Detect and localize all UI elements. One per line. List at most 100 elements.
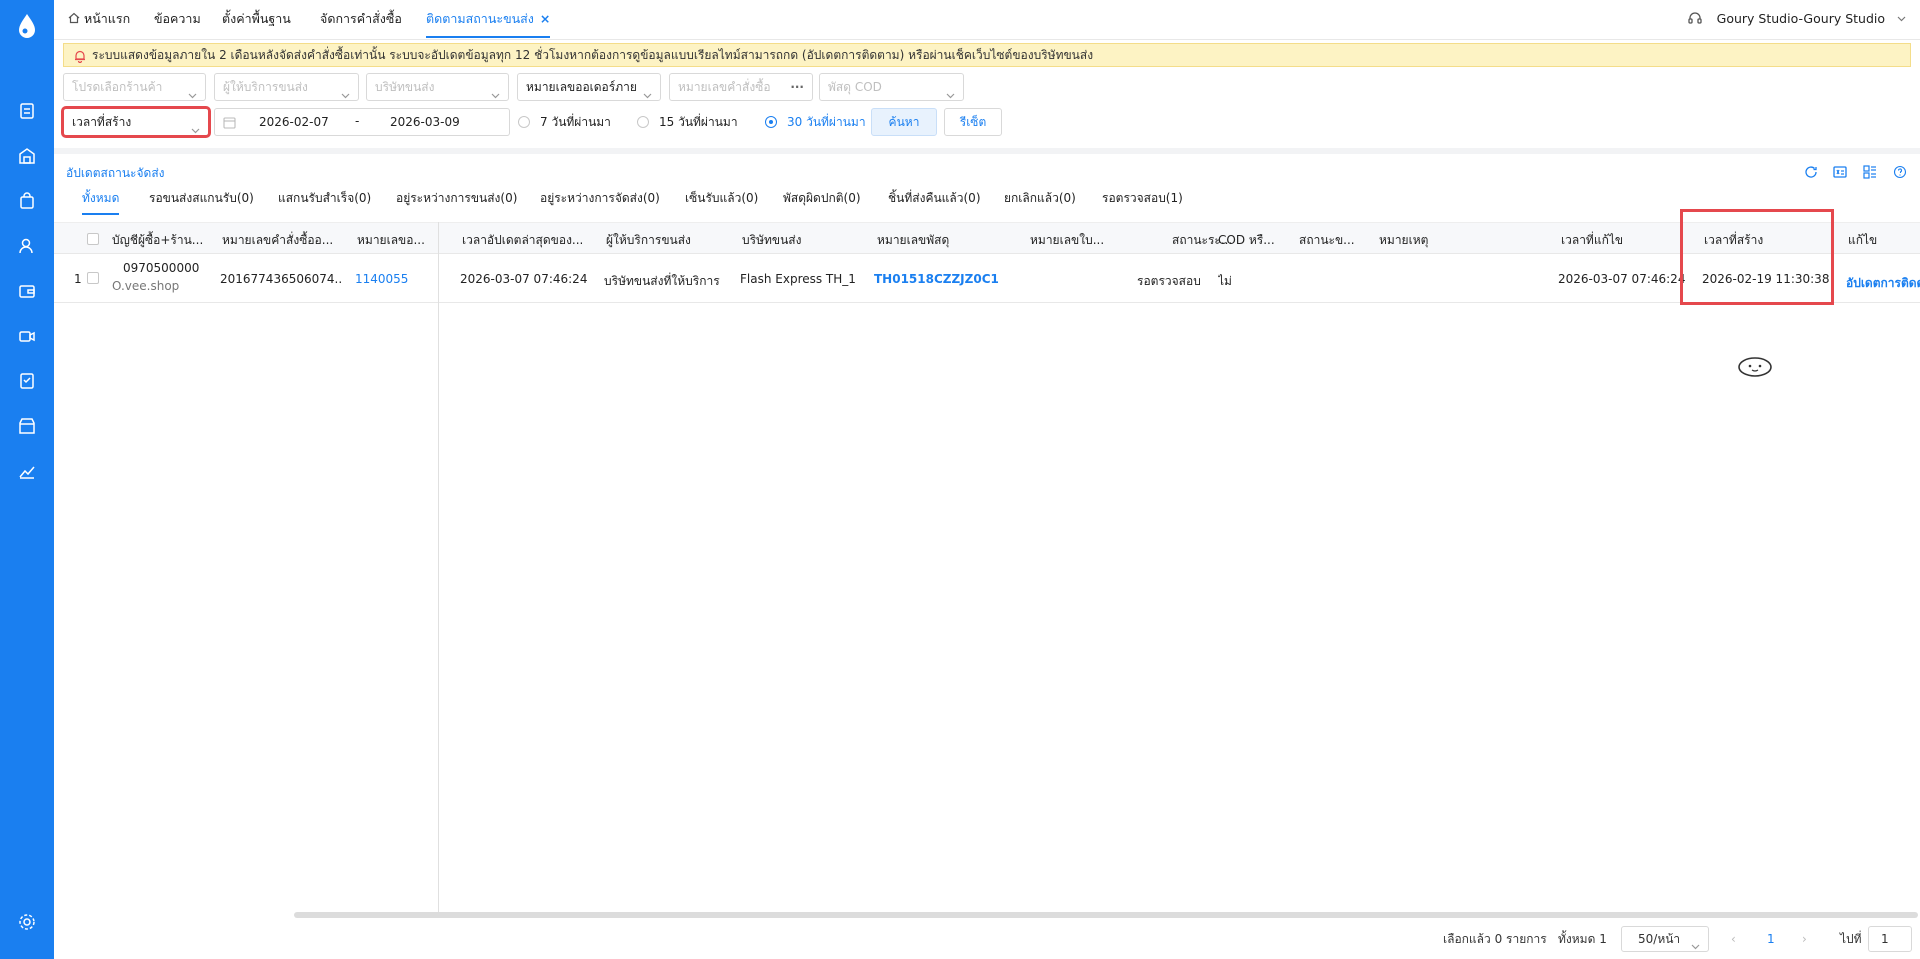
goto-label: ไปที่	[1840, 932, 1862, 946]
status-tab-cancelled[interactable]: ยกเลิกแล้ว(0)	[1004, 189, 1076, 215]
radio-30-label: 30 วันที่ผ่านมา	[787, 115, 866, 129]
internal-number-link[interactable]: 1140055	[355, 272, 408, 286]
app-logo-icon[interactable]	[15, 12, 39, 42]
update-tracking-link[interactable]: อัปเดตการติดต	[1846, 274, 1920, 293]
tab-home-label: หน้าแรก	[84, 11, 131, 26]
carrier-select-placeholder: บริษัทขนส่ง	[375, 80, 435, 94]
radio-dot	[765, 116, 777, 128]
col-note[interactable]: หมายเหตุ	[1379, 231, 1449, 250]
row-checkbox[interactable]	[87, 272, 99, 284]
status-value: รอตรวจสอบ	[1137, 274, 1201, 288]
col-last-update[interactable]: เวลาอัปเดตล่าสุดของ...	[462, 231, 582, 250]
status-tab-scanned[interactable]: แสกนรับสำเร็จ(0)	[278, 189, 371, 215]
radio-15-days[interactable]: 15 วันที่ผ่านมา	[637, 114, 738, 130]
col-modified-time[interactable]: เวลาที่แก้ไข	[1561, 231, 1641, 250]
tab-home[interactable]: หน้าแรก	[68, 0, 130, 38]
reset-button[interactable]: รีเซ็ต	[944, 108, 1002, 136]
carrier-name: Flash Express TH_1	[740, 272, 856, 286]
col-internal-no[interactable]: หมายเลขอ...	[357, 231, 437, 250]
help-icon[interactable]	[1892, 164, 1908, 180]
wallet-icon[interactable]	[17, 281, 37, 301]
col-order-no[interactable]: หมายเลขคำสั่งซื้ออ...	[222, 231, 342, 250]
user-icon[interactable]	[17, 236, 37, 256]
chevron-down-icon	[1691, 935, 1700, 950]
warehouse-icon[interactable]	[17, 146, 37, 166]
status-tab-abnormal[interactable]: พัสดุผิดปกติ(0)	[783, 189, 861, 215]
status-tab-all[interactable]: ทั้งหมด	[82, 189, 120, 215]
row-index: 1	[74, 272, 82, 286]
tab-shipping-tracking[interactable]: ติดตามสถานะขนส่ง ×	[426, 0, 551, 38]
user-menu[interactable]: Goury Studio-Goury Studio	[1687, 0, 1906, 38]
current-page[interactable]: 1	[1767, 926, 1775, 952]
time-type-value: เวลาที่สร้าง	[72, 115, 132, 129]
tab-order-management[interactable]: จัดการคำสั่งซื้อ	[320, 0, 402, 38]
store-icon[interactable]	[17, 416, 37, 436]
more-dots-icon[interactable]: ···	[790, 74, 804, 100]
cod-select-placeholder: พัสดุ COD	[828, 80, 882, 94]
notice-banner: ระบบแสดงข้อมูลภายใน 2 เดือนหลังจัดส่งคำส…	[63, 43, 1911, 67]
next-page-icon[interactable]: ›	[1802, 926, 1807, 952]
chevron-down-icon	[341, 83, 350, 99]
user-name: Goury Studio-Goury Studio	[1716, 11, 1886, 26]
video-icon[interactable]	[17, 326, 37, 346]
horizontal-scrollbar[interactable]	[294, 912, 1918, 918]
col-parcel-no[interactable]: หมายเลขพัสดุ	[877, 231, 967, 250]
date-separator: -	[355, 114, 360, 128]
status-tab-returned[interactable]: ชิ้นที่ส่งคืนแล้ว(0)	[888, 189, 981, 215]
store-select-placeholder: โปรดเลือกร้านค้า	[72, 80, 163, 94]
checklist-icon[interactable]	[17, 371, 37, 391]
settings-gear-icon[interactable]	[17, 912, 37, 932]
radio-dot	[637, 116, 649, 128]
date-range-picker[interactable]: 2026-02-07 - 2026-03-09	[214, 108, 510, 136]
provider-select-placeholder: ผู้ให้บริการขนส่ง	[223, 80, 308, 94]
orders-icon[interactable]	[17, 101, 37, 121]
date-end[interactable]: 2026-03-09	[390, 115, 460, 129]
status-tab-pending-review[interactable]: รอตรวจสอบ(1)	[1102, 189, 1183, 215]
refresh-icon[interactable]	[1803, 164, 1819, 180]
goto-page-input[interactable]: 1	[1868, 926, 1912, 952]
col-bill-no[interactable]: หมายเลขใบ...	[1030, 231, 1110, 250]
buyer-phone: 0970500000	[123, 261, 200, 275]
status-tab-awaiting-pickup[interactable]: รอขนส่งสแกนรับ(0)	[149, 189, 254, 215]
parcel-number-link[interactable]: TH01518CZZJZ0C1	[874, 272, 999, 286]
headset-support-icon[interactable]	[1687, 3, 1703, 24]
search-button[interactable]: ค้นหา	[871, 108, 937, 136]
total-count: ทั้งหมด 1	[1558, 932, 1607, 946]
order-number-input[interactable]: หมายเลขคำสั่งซื้อ ···	[669, 73, 813, 101]
col-carrier[interactable]: บริษัทขนส่ง	[742, 231, 832, 250]
tab-close-icon[interactable]: ×	[540, 11, 550, 26]
radio-7-label: 7 วันที่ผ่านมา	[540, 115, 611, 129]
col-ship-status[interactable]: สถานะข...	[1299, 231, 1359, 250]
date-start[interactable]: 2026-02-07	[259, 115, 329, 129]
tab-messages[interactable]: ข้อความ	[154, 0, 201, 38]
order-type-select[interactable]: หมายเลขออเดอร์ภาย	[517, 73, 661, 101]
analytics-icon[interactable]	[17, 461, 37, 481]
select-all-checkbox[interactable]	[87, 233, 99, 245]
chevron-down-icon	[191, 118, 200, 134]
cod-value: ไม่	[1218, 274, 1232, 288]
prev-page-icon[interactable]: ‹	[1731, 926, 1736, 952]
buyer-shop: O.vee.shop	[112, 279, 180, 293]
col-provider[interactable]: ผู้ให้บริการขนส่ง	[606, 231, 716, 250]
order-number-placeholder: หมายเลขคำสั่งซื้อ	[678, 80, 771, 94]
status-tab-in-transit[interactable]: อยู่ระหว่างการขนส่ง(0)	[396, 189, 517, 215]
column-settings-icon[interactable]	[1862, 164, 1878, 180]
page-size-value: 50/หน้า	[1638, 932, 1681, 946]
col-cod[interactable]: COD หรื...	[1218, 231, 1278, 250]
provider-select[interactable]: ผู้ให้บริการขนส่ง	[214, 73, 359, 101]
status-tab-signed[interactable]: เซ็นรับแล้ว(0)	[685, 189, 758, 215]
cod-select[interactable]: พัสดุ COD	[819, 73, 964, 101]
tab-basic-settings[interactable]: ตั้งค่าพื้นฐาน	[222, 0, 291, 38]
status-tab-in-delivery[interactable]: อยู่ระหว่างการจัดส่ง(0)	[540, 189, 660, 215]
table-row: 1 0970500000 O.vee.shop 201677436506074.…	[54, 255, 1920, 303]
radio-7-days[interactable]: 7 วันที่ผ่านมา	[518, 114, 611, 130]
time-type-select[interactable]: เวลาที่สร้าง	[61, 106, 211, 138]
carrier-select[interactable]: บริษัทขนส่ง	[366, 73, 509, 101]
col-edit: แก้ไข	[1848, 233, 1878, 247]
store-select[interactable]: โปรดเลือกร้านค้า	[63, 73, 206, 101]
radio-30-days[interactable]: 30 วันที่ผ่านมา	[765, 114, 866, 130]
page-size-select[interactable]: 50/หน้า	[1621, 926, 1709, 952]
export-icon[interactable]	[1832, 164, 1848, 180]
update-status-link[interactable]: อัปเดตสถานะจัดส่ง	[66, 164, 165, 183]
shopping-bag-icon[interactable]	[17, 191, 37, 211]
